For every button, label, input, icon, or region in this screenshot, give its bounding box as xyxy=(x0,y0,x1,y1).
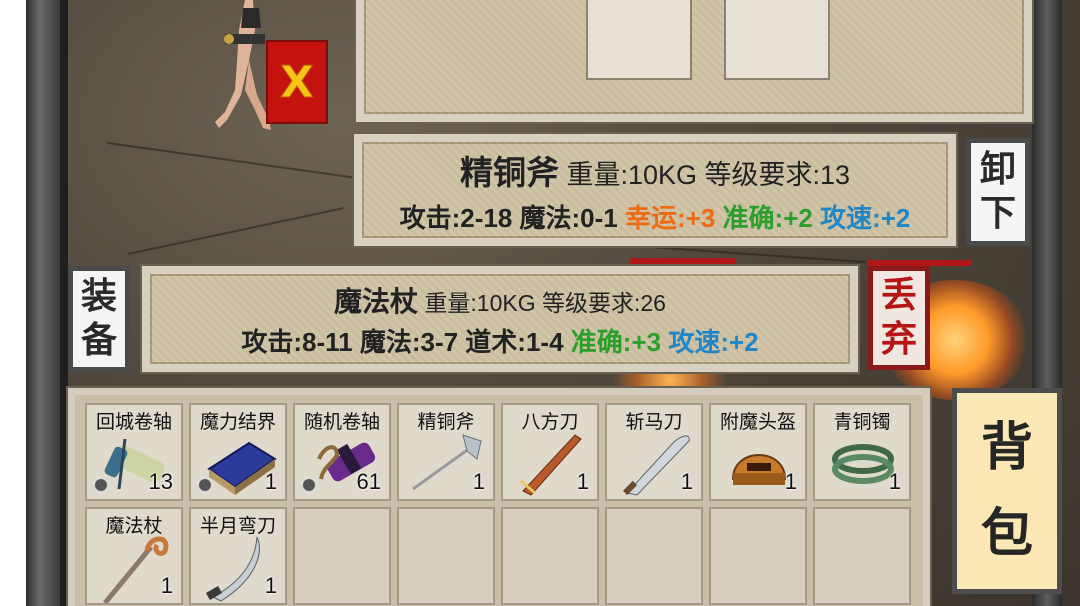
item-count: 1 xyxy=(472,469,485,494)
tooltip-stats-line: 攻击:2-18 魔法:0-1 幸运:+3 准确:+2 攻速:+2 xyxy=(400,198,911,235)
left-frame xyxy=(26,0,60,606)
item-accuracy-stat: 准确:+2 xyxy=(722,202,813,233)
item-base-stats: 攻击:2-18 魔法:0-1 xyxy=(399,202,618,233)
backpack-grid: 回城卷轴 13 魔力结界 1 随机卷轴 61 精铜斧 1 八方刀 1 斩马刀 1… xyxy=(85,403,911,605)
equipment-slot[interactable] xyxy=(586,0,692,80)
name-bar xyxy=(630,258,736,264)
unload-char-1: 卸 xyxy=(979,149,1016,190)
item-speed-stat: 攻速:+2 xyxy=(668,326,759,357)
equip-char-2: 备 xyxy=(80,320,117,361)
backpack-slot-empty[interactable] xyxy=(605,507,703,605)
tooltip-stats-line: 攻击:8-11 魔法:3-7 道术:1-4 准确:+3 攻速:+2 xyxy=(241,322,758,359)
close-button[interactable]: X xyxy=(266,40,328,124)
backpack-slot[interactable]: 魔法杖 1 xyxy=(85,507,183,605)
backpack-char-1: 背 xyxy=(980,418,1033,478)
item-luck-stat: 幸运:+3 xyxy=(625,202,716,233)
item-name: 魔法杖 xyxy=(334,285,419,317)
backpack-slot[interactable]: 附魔头盔 1 xyxy=(709,403,807,501)
backpack-slot[interactable]: 随机卷轴 61 xyxy=(293,403,391,501)
close-button-label: X xyxy=(280,56,315,108)
item-count: 1 xyxy=(888,469,901,494)
item-info: 重量:10KG 等级要求:26 xyxy=(424,289,666,316)
backpack-slot-empty[interactable] xyxy=(397,507,495,605)
backpack-slot-empty[interactable] xyxy=(813,507,911,605)
equipment-slot[interactable] xyxy=(724,0,830,80)
backpack-slot[interactable]: 半月弯刀 1 xyxy=(189,507,287,605)
left-frame-inner xyxy=(60,0,68,606)
item-count: 1 xyxy=(680,469,693,494)
item-count: 1 xyxy=(264,573,277,598)
unload-button[interactable]: 卸 下 xyxy=(966,138,1030,246)
backpack-slot[interactable]: 青铜镯 1 xyxy=(813,403,911,501)
backpack-slot-empty[interactable] xyxy=(293,507,391,605)
backpack-char-2: 包 xyxy=(980,504,1033,564)
discard-char-1: 丢 xyxy=(880,275,917,316)
lock-icon xyxy=(301,477,317,493)
backpack-slot[interactable]: 斩马刀 1 xyxy=(605,403,703,501)
item-count: 1 xyxy=(264,469,277,494)
discard-char-2: 弃 xyxy=(880,319,917,360)
item-count: 1 xyxy=(160,573,173,598)
backpack-panel: 回城卷轴 13 魔力结界 1 随机卷轴 61 精铜斧 1 八方刀 1 斩马刀 1… xyxy=(68,388,930,606)
unload-char-2: 下 xyxy=(979,193,1016,234)
item-info: 重量:10KG 等级要求:13 xyxy=(566,159,851,190)
backpack-slot[interactable]: 八方刀 1 xyxy=(501,403,599,501)
item-count: 13 xyxy=(148,469,173,494)
tooltip-title-line: 魔法杖 重量:10KG 等级要求:26 xyxy=(334,280,666,320)
hover-item-tooltip: 魔法杖 重量:10KG 等级要求:26 攻击:8-11 魔法:3-7 道术:1-… xyxy=(142,266,858,372)
item-accuracy-stat: 准确:+3 xyxy=(570,326,662,357)
item-count: 1 xyxy=(576,469,589,494)
equip-button[interactable]: 装 备 xyxy=(68,266,130,372)
backpack-slot[interactable]: 精铜斧 1 xyxy=(397,403,495,501)
backpack-slot-empty[interactable] xyxy=(501,507,599,605)
lock-icon xyxy=(93,477,109,493)
backpack-slot[interactable]: 回城卷轴 13 xyxy=(85,403,183,501)
item-name: 精铜斧 xyxy=(459,153,559,191)
equipped-item-tooltip: 精铜斧 重量:10KG 等级要求:13 攻击:2-18 魔法:0-1 幸运:+3… xyxy=(354,134,956,246)
lock-icon xyxy=(197,477,213,493)
equipment-panel xyxy=(356,0,1032,122)
item-speed-stat: 攻速:+2 xyxy=(820,202,911,233)
ground-crack xyxy=(107,141,365,181)
backpack-slot[interactable]: 魔力结界 1 xyxy=(189,403,287,501)
discard-button[interactable]: 丢 弃 xyxy=(868,266,930,370)
backpack-slot-empty[interactable] xyxy=(709,507,807,605)
equip-char-1: 装 xyxy=(80,276,117,317)
ground-crack xyxy=(128,207,344,255)
item-count: 61 xyxy=(356,469,381,494)
item-count: 1 xyxy=(784,469,797,494)
tooltip-title-line: 精铜斧 重量:10KG 等级要求:13 xyxy=(460,146,850,194)
backpack-button[interactable]: 背 包 xyxy=(952,388,1062,594)
item-base-stats: 攻击:8-11 魔法:3-7 道术:1-4 xyxy=(241,326,564,357)
